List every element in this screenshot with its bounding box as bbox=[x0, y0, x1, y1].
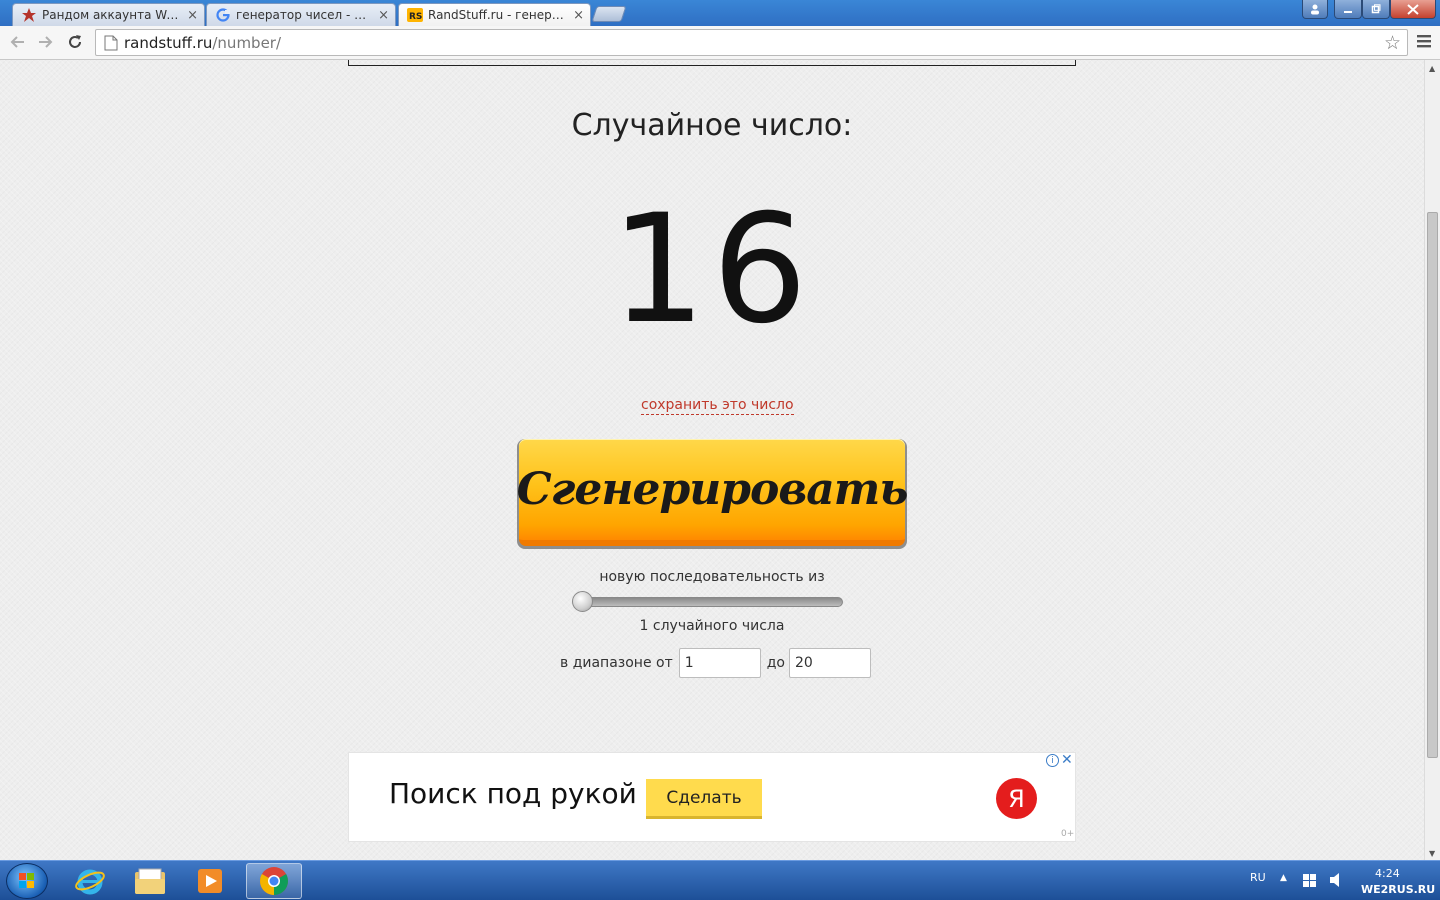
ad-text: Поиск под рукой bbox=[389, 777, 637, 810]
volume-icon[interactable] bbox=[1329, 872, 1343, 888]
forward-button[interactable] bbox=[34, 30, 58, 54]
tray-expand-icon[interactable]: ▲ bbox=[1280, 873, 1287, 883]
scroll-up-arrow-icon[interactable]: ▲ bbox=[1429, 64, 1435, 73]
warface-star-icon bbox=[21, 7, 37, 23]
bookmark-star-icon[interactable]: ☆ bbox=[1384, 32, 1401, 54]
svg-text:RS: RS bbox=[409, 12, 422, 22]
random-number-display: 16 bbox=[610, 183, 814, 357]
page-viewport: Случайное число: 16 сохранить это число … bbox=[0, 60, 1424, 860]
taskbar-explorer[interactable] bbox=[122, 863, 178, 899]
internet-explorer-icon bbox=[75, 869, 105, 895]
clock[interactable]: 4:24 bbox=[1375, 867, 1400, 880]
taskbar-chrome[interactable] bbox=[246, 863, 302, 899]
address-bar[interactable]: randstuff.ru/number/ ☆ bbox=[95, 29, 1408, 56]
close-window-button[interactable] bbox=[1390, 0, 1436, 19]
back-arrow-icon bbox=[10, 36, 24, 48]
count-slider-thumb[interactable] bbox=[572, 591, 593, 612]
browser-toolbar: randstuff.ru/number/ ☆ bbox=[0, 26, 1440, 60]
count-slider-track[interactable] bbox=[573, 597, 843, 607]
url-path: /number/ bbox=[212, 33, 282, 52]
tab-title: Рандом аккаунта Warface bbox=[42, 8, 182, 22]
reload-icon bbox=[69, 35, 81, 48]
hamburger-menu-icon[interactable] bbox=[1416, 34, 1432, 48]
google-g-icon bbox=[215, 7, 231, 23]
watermark-text: WE2RUS.RU bbox=[1361, 883, 1436, 896]
page-icon bbox=[104, 35, 118, 50]
reload-button[interactable] bbox=[63, 30, 87, 54]
close-icon[interactable]: × bbox=[378, 8, 389, 23]
language-indicator[interactable]: RU bbox=[1250, 871, 1266, 884]
tab-title: RandStuff.ru - генератор с bbox=[428, 8, 568, 22]
yandex-logo-icon[interactable]: Я bbox=[996, 778, 1037, 819]
ad-action-button[interactable]: Сделать bbox=[646, 779, 762, 819]
taskbar-media-player[interactable] bbox=[182, 863, 238, 899]
vertical-scrollbar[interactable]: ▲ ▼ bbox=[1424, 60, 1440, 860]
windows-logo-icon bbox=[19, 873, 34, 888]
ad-info-icon[interactable]: i bbox=[1046, 754, 1059, 767]
tab-google-search[interactable]: генератор чисел - Поиск × bbox=[206, 3, 396, 26]
tab-title: генератор чисел - Поиск bbox=[236, 8, 373, 22]
scrollbar-thumb[interactable] bbox=[1427, 212, 1438, 758]
page-title: Случайное число: bbox=[571, 108, 853, 143]
windows-taskbar: RU ▲ 4:24 WE2RUS.RU bbox=[0, 860, 1440, 900]
url-host: randstuff.ru bbox=[124, 33, 213, 52]
tab-randstuff[interactable]: RS RandStuff.ru - генератор с × bbox=[398, 3, 591, 26]
range-to-label: до bbox=[766, 655, 785, 671]
forward-arrow-icon bbox=[39, 36, 53, 48]
folder-icon bbox=[135, 868, 165, 894]
action-center-flag-icon[interactable] bbox=[1303, 874, 1316, 887]
back-button[interactable] bbox=[5, 30, 29, 54]
close-icon bbox=[1407, 3, 1419, 15]
minimize-icon bbox=[1344, 11, 1352, 13]
media-player-icon bbox=[198, 869, 222, 893]
sequence-label: новую последовательность из bbox=[599, 569, 825, 585]
save-number-link[interactable]: сохранить это число bbox=[641, 397, 794, 415]
user-icon bbox=[1311, 4, 1319, 15]
range-to-input[interactable] bbox=[789, 648, 871, 678]
range-from-input[interactable] bbox=[678, 648, 761, 678]
count-label: 1 случайного числа bbox=[639, 618, 785, 634]
generate-button-frame: Сгенерировать bbox=[517, 439, 908, 549]
tab-warface[interactable]: Рандом аккаунта Warface × bbox=[12, 3, 205, 26]
chrome-icon bbox=[260, 867, 288, 895]
range-row: в диапазоне от до bbox=[560, 648, 871, 678]
range-from-label: в диапазоне от bbox=[560, 655, 673, 671]
tab-strip: Рандом аккаунта Warface × генератор чисе… bbox=[0, 0, 1440, 26]
generate-button[interactable]: Сгенерировать bbox=[517, 439, 908, 546]
start-button[interactable] bbox=[6, 863, 48, 899]
minimize-button[interactable] bbox=[1334, 0, 1362, 19]
restore-icon bbox=[1371, 4, 1381, 14]
close-icon[interactable]: × bbox=[187, 8, 198, 23]
randstuff-icon: RS bbox=[407, 7, 423, 23]
new-tab-button[interactable] bbox=[591, 6, 627, 22]
ad-age-rating: 0+ bbox=[1061, 829, 1075, 839]
maximize-button[interactable] bbox=[1362, 0, 1390, 19]
taskbar-ie[interactable] bbox=[62, 863, 118, 899]
yandex-ad-banner[interactable]: Поиск под рукой Сделать Я i ✕ 0+ bbox=[348, 752, 1076, 842]
scroll-down-arrow-icon[interactable]: ▼ bbox=[1429, 849, 1435, 858]
user-profile-button[interactable] bbox=[1302, 0, 1328, 19]
top-content-box bbox=[348, 60, 1076, 66]
ad-close-icon[interactable]: ✕ bbox=[1061, 752, 1073, 768]
close-icon[interactable]: × bbox=[573, 8, 584, 23]
